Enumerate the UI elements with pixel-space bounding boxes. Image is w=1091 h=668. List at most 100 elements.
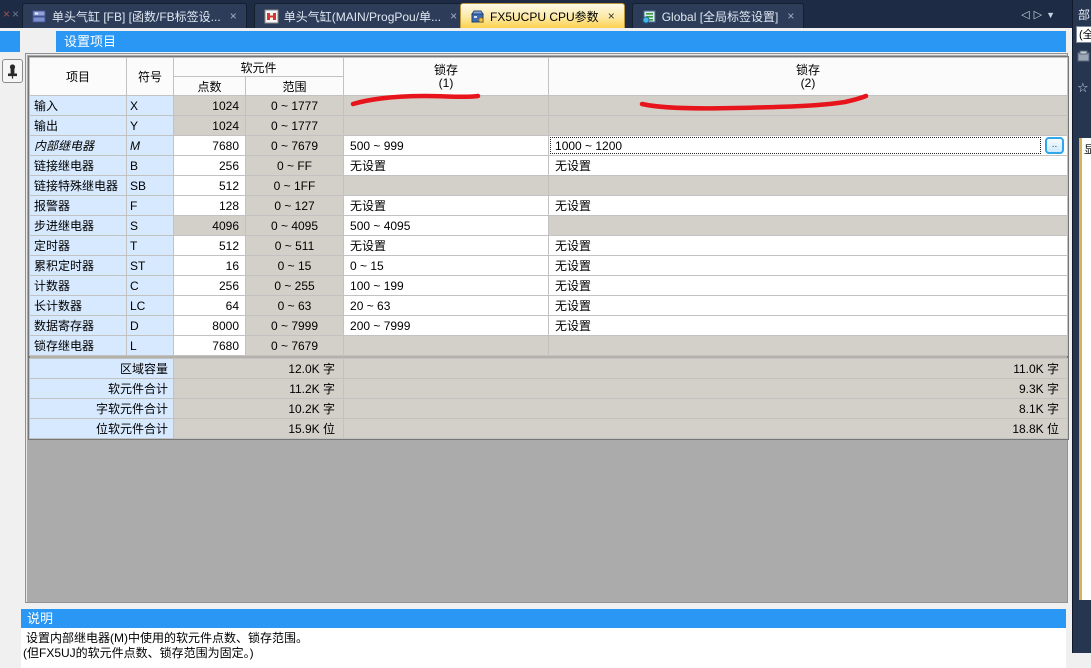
points-cell[interactable]: 512 <box>174 236 246 256</box>
column-header-points: 点数 <box>174 77 246 96</box>
tab-close-icon[interactable]: × <box>608 9 615 23</box>
device-name-cell: 报警器 <box>30 196 127 216</box>
latch2-cell[interactable]: 无设置 <box>549 236 1068 256</box>
tab-cpu-parameter[interactable]: FX5UCPU CPU参数 × <box>460 3 625 28</box>
panel-tab-display[interactable]: 显 <box>1082 138 1091 157</box>
summary-device-total-cell: 11.2K 字 <box>174 379 344 399</box>
favorites-star-icon[interactable]: ☆ <box>1077 80 1089 96</box>
note-section-title: 说明 <box>21 609 1066 628</box>
range-cell: 0 ~ 511 <box>246 236 344 256</box>
device-symbol-cell: F <box>127 196 174 216</box>
range-cell: 0 ~ 1777 <box>246 96 344 116</box>
latch1-cell[interactable]: 无设置 <box>344 156 549 176</box>
summary-label-cell: 软元件合计 <box>30 379 174 399</box>
column-header-symbol: 符号 <box>127 58 174 96</box>
panel-filter-input[interactable]: (全 <box>1076 26 1091 43</box>
device-symbol-cell: B <box>127 156 174 176</box>
device-row-B: 链接继电器B2560 ~ FF无设置无设置 <box>30 156 1068 176</box>
latch1-cell[interactable]: 无设置 <box>344 236 549 256</box>
latch2-cell <box>549 96 1068 116</box>
points-cell[interactable]: 256 <box>174 156 246 176</box>
points-cell[interactable]: 512 <box>174 176 246 196</box>
points-cell[interactable]: 256 <box>174 276 246 296</box>
points-cell[interactable]: 7680 <box>174 336 246 356</box>
tab-close-icon[interactable]: × <box>230 9 237 23</box>
device-name-cell: 链接继电器 <box>30 156 127 176</box>
device-symbol-cell: SB <box>127 176 174 196</box>
tab-main-progpou[interactable]: 单头气缸(MAIN/ProgPou/单... × <box>254 3 467 28</box>
range-cell: 0 ~ 1777 <box>246 116 344 136</box>
range-cell: 0 ~ 63 <box>246 296 344 316</box>
summary-row: 区域容量12.0K 字11.0K 字 <box>30 359 1068 379</box>
tab-list-dropdown-icon[interactable]: ▼ <box>1046 10 1059 20</box>
device-name-cell: 锁存继电器 <box>30 336 127 356</box>
points-cell[interactable]: 16 <box>174 256 246 276</box>
previous-tab-close-icon[interactable]: × <box>3 7 10 21</box>
summary-device-total-cell: 15.9K 位 <box>174 419 344 439</box>
summary-latch-total-cell: 18.8K 位 <box>344 419 1068 439</box>
range-cell: 0 ~ 1FF <box>246 176 344 196</box>
device-name-cell: 内部继电器 <box>30 136 127 156</box>
device-name-cell: 输入 <box>30 96 127 116</box>
left-dock-strip <box>0 28 25 653</box>
device-name-cell: 长计数器 <box>30 296 127 316</box>
pin-panel-button[interactable] <box>2 59 23 83</box>
device-row-SB: 链接特殊继电器SB5120 ~ 1FF <box>30 176 1068 196</box>
device-symbol-cell: S <box>127 216 174 236</box>
points-cell[interactable]: 128 <box>174 196 246 216</box>
device-symbol-cell: T <box>127 236 174 256</box>
range-cell: 0 ~ FF <box>246 156 344 176</box>
tab-global-labels[interactable]: Global [全局标签设置] × <box>632 3 805 28</box>
latch2-cell[interactable]: 1000 ~ 1200.. <box>549 136 1068 156</box>
range-cell: 0 ~ 7999 <box>246 316 344 336</box>
latch2-cell[interactable]: 无设置 <box>549 256 1068 276</box>
latch2-cell[interactable]: 无设置 <box>549 196 1068 216</box>
summary-device-total-cell: 12.0K 字 <box>174 359 344 379</box>
device-name-cell: 步进继电器 <box>30 216 127 236</box>
latch1-cell[interactable]: 0 ~ 15 <box>344 256 549 276</box>
device-name-cell: 输出 <box>30 116 127 136</box>
browse-button[interactable]: .. <box>1045 137 1064 154</box>
latch1-cell[interactable]: 500 ~ 999 <box>344 136 549 156</box>
tab-scroll-left-icon[interactable]: ◁ <box>1021 9 1033 21</box>
tab-fb-label-settings[interactable]: 单头气缸 [FB] [函数/FB标签设... × <box>22 3 247 28</box>
previous-tab-close-icon[interactable]: × <box>12 7 19 21</box>
summary-label-cell: 区域容量 <box>30 359 174 379</box>
latch1-cell[interactable]: 无设置 <box>344 196 549 216</box>
latch2-cell[interactable]: 无设置 <box>549 296 1068 316</box>
device-name-cell: 数据寄存器 <box>30 316 127 336</box>
range-cell: 0 ~ 255 <box>246 276 344 296</box>
latch1-cell[interactable]: 500 ~ 4095 <box>344 216 549 236</box>
device-symbol-cell: M <box>127 136 174 156</box>
latch2-cell[interactable]: 无设置 <box>549 156 1068 176</box>
summary-device-total-cell: 10.2K 字 <box>174 399 344 419</box>
note-line: (但FX5UJ的软元件点数、锁存范围为固定。) <box>23 646 1066 661</box>
parameter-editor-area: 项目 符号 软元件 锁存(1) 锁存(2) 点数 范围 输入X10240 ~ 1… <box>25 53 1068 603</box>
range-cell: 0 ~ 7679 <box>246 136 344 156</box>
tab-close-icon[interactable]: × <box>787 9 794 23</box>
tab-close-icon[interactable]: × <box>450 9 457 23</box>
tab-scroll-controls: ◁▷▼ <box>1021 8 1059 21</box>
panel-title: 部 <box>1073 0 1091 23</box>
latch1-cell[interactable]: 100 ~ 199 <box>344 276 549 296</box>
latch2-cell[interactable]: 无设置 <box>549 316 1068 336</box>
device-row-F: 报警器F1280 ~ 127无设置无设置 <box>30 196 1068 216</box>
latch1-cell[interactable]: 20 ~ 63 <box>344 296 549 316</box>
cpu-icon <box>470 9 485 24</box>
latch-range-edit-input[interactable]: 1000 ~ 1200 <box>550 137 1041 154</box>
summary-label-cell: 字软元件合计 <box>30 399 174 419</box>
note-description: 设置内部继电器(M)中使用的软元件点数、锁存范围。 (但FX5UJ的软元件点数、… <box>21 628 1066 668</box>
latch2-cell[interactable]: 无设置 <box>549 276 1068 296</box>
panel-tool-icon[interactable] <box>1077 50 1090 63</box>
latch1-cell[interactable]: 200 ~ 7999 <box>344 316 549 336</box>
device-row-S: 步进继电器S40960 ~ 4095500 ~ 4095 <box>30 216 1068 236</box>
tab-scroll-right-icon[interactable]: ▷ <box>1034 9 1046 21</box>
device-row-T: 定时器T5120 ~ 511无设置无设置 <box>30 236 1068 256</box>
device-symbol-cell: L <box>127 336 174 356</box>
points-cell[interactable]: 8000 <box>174 316 246 336</box>
device-row-Y: 输出Y10240 ~ 1777 <box>30 116 1068 136</box>
points-cell: 4096 <box>174 216 246 236</box>
points-cell[interactable]: 64 <box>174 296 246 316</box>
points-cell: 1024 <box>174 116 246 136</box>
points-cell[interactable]: 7680 <box>174 136 246 156</box>
